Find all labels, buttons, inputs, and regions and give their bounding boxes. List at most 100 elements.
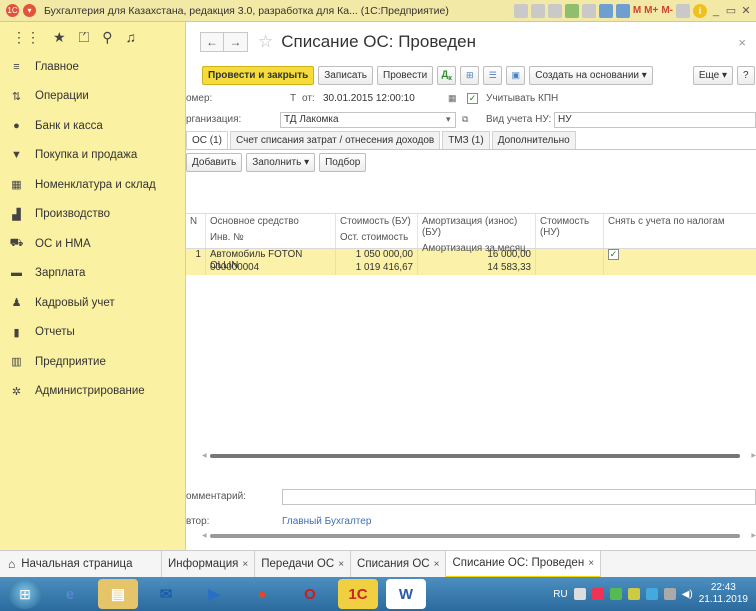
sidebar-item[interactable]: ▬ Зарплата	[0, 259, 185, 289]
comment-field[interactable]	[282, 488, 756, 505]
history-icon[interactable]: ⏍	[79, 29, 90, 46]
attach-file-icon[interactable]: ▣	[506, 65, 526, 85]
open-organization-icon[interactable]: ⧉	[462, 114, 468, 125]
remove-tax-cell[interactable]: ✓	[604, 249, 756, 262]
explorer-icon[interactable]: ▤	[98, 579, 138, 609]
home-page-tab[interactable]: ⌂ Начальная страница	[0, 550, 162, 578]
cell-asset[interactable]: Автомобиль FOTON OLLIN	[206, 249, 336, 271]
main-menu-icon[interactable]: ▾	[23, 4, 36, 17]
form-scroll-right-icon[interactable]: ▶	[751, 532, 756, 539]
form-tab[interactable]: ТМЗ (1)	[442, 131, 490, 149]
onec-icon[interactable]: 1С	[338, 579, 378, 609]
create-based-on-button[interactable]: Создать на основании ▾	[529, 65, 653, 85]
opera-icon[interactable]: O	[290, 579, 330, 609]
col-cost-nu-header[interactable]: Стоимость (НУ)	[536, 214, 604, 248]
dt-kt-icon[interactable]: Дк	[437, 65, 457, 85]
date-field[interactable]: 30.01.2015 12:00:10	[320, 90, 444, 107]
search-icon[interactable]: ⚲	[102, 29, 112, 46]
col-n-header[interactable]: N	[186, 214, 206, 248]
more-button[interactable]: Еще ▾	[692, 65, 733, 85]
sidebar-item[interactable]: ⇅ Операции	[0, 82, 185, 112]
tray-antivirus-icon[interactable]	[591, 588, 604, 600]
form-tab[interactable]: Дополнительно	[491, 131, 576, 149]
col-amort-header[interactable]: Амортизация (износ) (БУ) Амортизация за …	[418, 214, 536, 254]
scroll-thumb[interactable]	[210, 454, 740, 458]
cell-cost-nu[interactable]	[536, 249, 604, 262]
memory-minus-button[interactable]: M-	[661, 4, 673, 18]
organization-dropdown-icon[interactable]: ▾	[446, 114, 451, 125]
tray-signal-icon[interactable]	[663, 588, 676, 600]
tray-network-icon[interactable]	[645, 588, 658, 600]
cell-inv[interactable]: 000000004	[206, 262, 336, 275]
remove-tax-checkbox[interactable]: ✓	[608, 249, 619, 260]
form-scroll-thumb[interactable]	[210, 534, 740, 538]
close-tab-icon[interactable]: ×	[588, 558, 594, 569]
help-button[interactable]: ?	[736, 65, 755, 85]
sidebar-item[interactable]: ▟ Производство	[0, 200, 185, 230]
sidebar-item[interactable]: ▥ Предприятие	[0, 347, 185, 377]
print-form-icon[interactable]: ☰	[483, 65, 503, 85]
language-indicator[interactable]: RU	[553, 589, 567, 600]
table-icon[interactable]	[598, 3, 613, 18]
outlook-icon[interactable]: ✉	[146, 579, 186, 609]
organization-field[interactable]: ТД Лакомка	[280, 111, 456, 128]
number-value[interactable]: Т	[290, 93, 296, 104]
sidebar-item[interactable]: ⛟ ОС и НМА	[0, 229, 185, 259]
calendar-icon[interactable]	[615, 3, 630, 18]
clock[interactable]: 22:43 21.11.2019	[699, 582, 748, 606]
post-and-close-button[interactable]: Провести и закрыть	[202, 65, 315, 85]
structure-icon[interactable]: ⊞	[460, 65, 480, 85]
grid-icon[interactable]	[513, 3, 528, 18]
window-tab[interactable]: Информация ×	[162, 550, 256, 578]
table-row[interactable]: 000000004 1 019 416,67 14 583,33	[186, 262, 756, 275]
tray-warning-icon[interactable]	[627, 588, 640, 600]
ie-icon[interactable]: e	[50, 579, 90, 609]
calendar-picker-icon[interactable]: ▦	[448, 93, 457, 104]
forward-arrow-icon[interactable]: →	[224, 32, 248, 52]
print-icon[interactable]	[530, 3, 545, 18]
cell-residual[interactable]: 1 019 416,67	[336, 262, 418, 275]
window-tab[interactable]: Списание ОС: Проведен ×	[446, 550, 602, 578]
search-doc-icon[interactable]	[547, 3, 562, 18]
save-button[interactable]: Записать	[318, 65, 373, 85]
memory-m-button[interactable]: M	[633, 4, 641, 18]
memory-plus-button[interactable]: M+	[644, 4, 658, 18]
col-remove-tax-header[interactable]: Снять с учета по налогам	[604, 214, 756, 248]
sidebar-item[interactable]: ♟ Кадровый учет	[0, 288, 185, 318]
sidebar-item[interactable]: ✲ Администрирование	[0, 377, 185, 407]
sidebar-item[interactable]: ● Банк и касса	[0, 111, 185, 141]
users-icon[interactable]	[564, 3, 579, 18]
close-form-icon[interactable]: ×	[738, 35, 746, 50]
scroll-left-icon[interactable]: ◀	[202, 452, 207, 459]
favorites-star-icon[interactable]: ★	[53, 29, 66, 46]
window-tab[interactable]: Передачи ОС ×	[255, 550, 352, 578]
sidebar-item[interactable]: ≡ Главное	[0, 52, 185, 82]
col-cost-bu-header[interactable]: Стоимость (БУ) Ост. стоимость	[336, 214, 418, 248]
tray-pen-icon[interactable]	[573, 588, 586, 600]
link-icon[interactable]	[581, 3, 596, 18]
table-row[interactable]: 1 Автомобиль FOTON OLLIN 1 050 000,00 16 00…	[186, 249, 756, 271]
table-hscrollbar[interactable]: ◀ ▶	[202, 452, 756, 460]
sidebar-item[interactable]: ▼ Покупка и продажа	[0, 141, 185, 171]
word-icon[interactable]: W	[386, 579, 426, 609]
window-mode-icon[interactable]	[676, 3, 690, 18]
close-window-button[interactable]: ✕	[740, 4, 752, 17]
cell-cost-bu[interactable]: 1 050 000,00	[336, 249, 418, 262]
info-icon[interactable]: i	[693, 3, 707, 18]
add-row-button[interactable]: Добавить	[186, 152, 243, 172]
apps-grid-icon[interactable]: ⋮⋮	[12, 29, 40, 46]
sidebar-item[interactable]: ▮ Отчеты	[0, 318, 185, 348]
chrome-icon[interactable]: ●	[242, 579, 282, 609]
form-tab[interactable]: ОС (1)	[186, 131, 228, 149]
cell-amort-month[interactable]: 14 583,33	[418, 262, 536, 275]
window-tab[interactable]: Списания ОС ×	[351, 550, 447, 578]
form-tab[interactable]: Счет списания затрат / отнесения доходов	[230, 131, 441, 149]
volume-icon[interactable]: ◀)	[682, 589, 693, 600]
col-asset-header[interactable]: Основное средство Инв. №	[206, 214, 336, 248]
post-button[interactable]: Провести	[377, 65, 434, 85]
favorite-star-icon[interactable]: ☆	[258, 32, 273, 52]
form-scroll-left-icon[interactable]: ◀	[202, 532, 207, 539]
scroll-right-icon[interactable]: ▶	[751, 452, 756, 459]
bell-icon[interactable]: ♫	[125, 29, 136, 45]
fill-button[interactable]: Заполнить ▾	[246, 152, 316, 172]
